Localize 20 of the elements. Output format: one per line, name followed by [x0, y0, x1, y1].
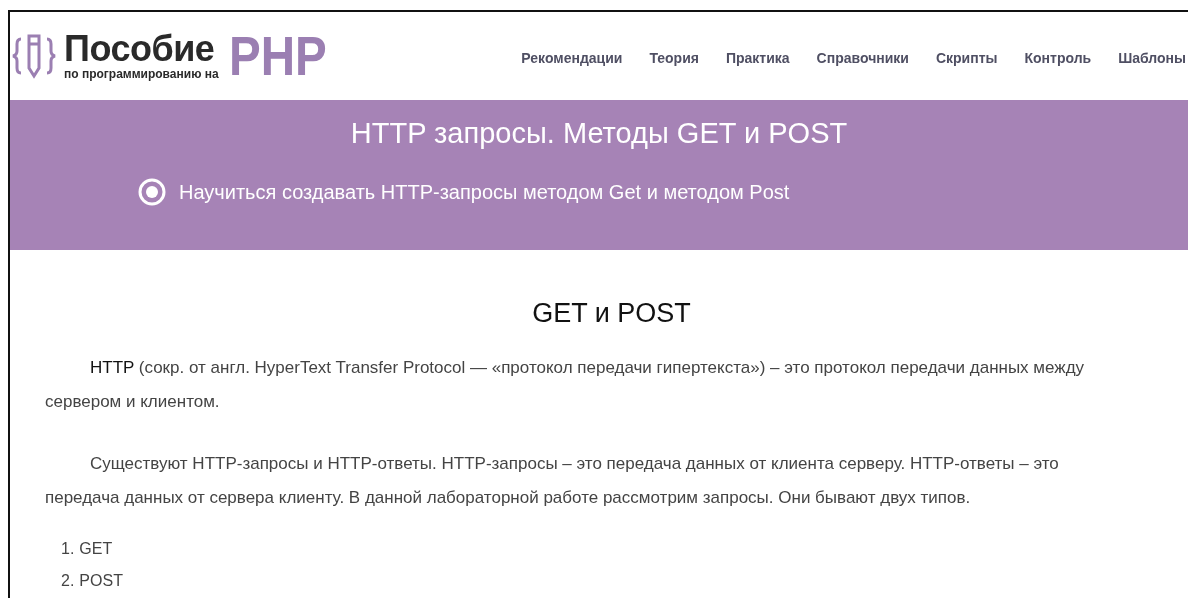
page-title: HTTP запросы. Методы GET и POST — [350, 117, 848, 150]
nav-link[interactable]: Рекомендации — [521, 50, 623, 66]
logo-subtitle: по программированию на — [64, 67, 219, 81]
nav-link[interactable]: Теория — [649, 50, 699, 66]
nav-link[interactable]: Шаблоны — [1118, 50, 1186, 66]
paragraph: HTTP (сокр. от англ. HyperText Transfer Protocol — «протокол передачи гипертекста») – это протокол передачи данных между сервером и клиентом. — [45, 357, 1086, 413]
nav-link[interactable]: Справочники — [816, 50, 909, 66]
nav-link[interactable]: Контроль — [1024, 50, 1092, 66]
logo-accent: PHP — [228, 28, 327, 84]
goal-text: Научиться создавать HTTP-запросы методом Get и методом Post — [179, 180, 790, 204]
list-number: 2. — [61, 571, 75, 591]
nav-link[interactable]: Практика — [725, 50, 790, 66]
logo-title: Пособие — [64, 31, 216, 67]
target-icon — [138, 178, 166, 206]
paragraph: Существуют HTTP-запросы и HTTP-ответы. HTTP-запросы – это передача данных от клиента серверу. HTTP-ответы – это передача данных от сервера клиенту. В данной лабораторной работе рассмотрим запросы. Они бывают двух типов. — [45, 453, 1060, 509]
list-item: GET — [79, 539, 113, 559]
nav-link[interactable]: Скрипты — [935, 50, 998, 66]
list-number: 1. — [61, 539, 75, 559]
list-item: POST — [79, 571, 123, 591]
section-heading: GET и POST — [531, 298, 692, 329]
